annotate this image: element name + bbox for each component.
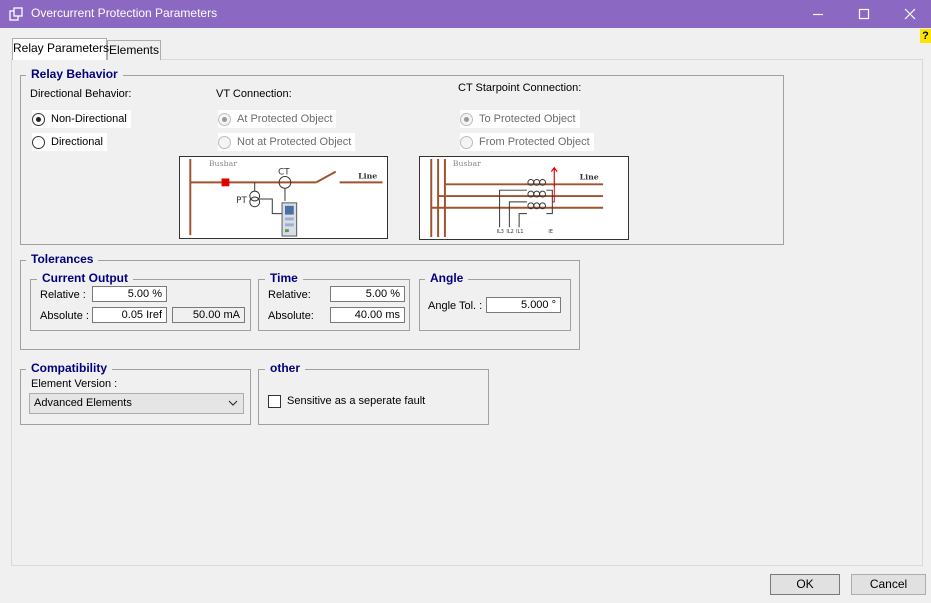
ok-button[interactable]: OK bbox=[770, 574, 840, 595]
terminal-il2-label: IL2 bbox=[506, 229, 513, 235]
tab-relay-parameters[interactable]: Relay Parameters bbox=[12, 38, 109, 60]
relay-behavior-legend: Relay Behavior bbox=[26, 67, 123, 81]
ct-starpoint-diagram: Busbar Line IL3 IL2 IL1 IE bbox=[419, 156, 629, 240]
sensitive-fault-checkbox[interactable] bbox=[268, 394, 281, 408]
ct-busbar-label: Busbar bbox=[453, 159, 481, 168]
help-icon[interactable]: ? bbox=[920, 29, 931, 43]
cancel-button[interactable]: Cancel bbox=[851, 574, 926, 595]
window-app-icon bbox=[9, 7, 23, 21]
title-bar: Overcurrent Protection Parameters bbox=[0, 0, 931, 28]
time-absolute-input[interactable]: 40.00 ms bbox=[330, 307, 405, 323]
time-absolute-label: Absolute: bbox=[268, 310, 314, 322]
current-relative-label: Relative : bbox=[40, 289, 86, 301]
vt-connection-diagram: Busbar Line CT PT bbox=[179, 156, 388, 239]
element-version-label: Element Version : bbox=[31, 378, 118, 390]
directional-behavior-label: Directional Behavior: bbox=[30, 88, 132, 100]
vt-at-protected-object-label: At Protected Object bbox=[237, 113, 333, 125]
terminal-il1-label: IL1 bbox=[516, 229, 523, 235]
relay-device-icon bbox=[281, 202, 298, 237]
time-relative-input[interactable]: 5.00 % bbox=[330, 286, 405, 302]
radio-checked-icon bbox=[218, 112, 231, 126]
relay-behavior-group bbox=[20, 75, 784, 245]
vt-not-at-protected-object-label: Not at Protected Object bbox=[237, 136, 352, 148]
tolerances-legend: Tolerances bbox=[26, 252, 99, 266]
directional-label: Directional bbox=[51, 136, 103, 148]
radio-unchecked-icon bbox=[32, 135, 45, 149]
minimize-button[interactable] bbox=[797, 0, 839, 28]
radio-unchecked-icon bbox=[460, 135, 473, 149]
close-icon bbox=[904, 8, 916, 20]
breaker-icon bbox=[221, 178, 230, 187]
vt-connection-label: VT Connection: bbox=[216, 88, 292, 100]
tab-elements[interactable]: Elements bbox=[107, 40, 161, 60]
ct-label: CT bbox=[278, 168, 290, 178]
angle-tol-input[interactable]: 5.000 ° bbox=[486, 297, 561, 313]
ct-from-protected-object-label: From Protected Object bbox=[479, 136, 590, 148]
vt-not-at-protected-object-radio[interactable]: Not at Protected Object bbox=[218, 133, 356, 151]
time-legend: Time bbox=[265, 271, 303, 285]
angle-tol-label: Angle Tol. : bbox=[428, 300, 483, 312]
non-directional-label: Non-Directional bbox=[51, 113, 127, 125]
ct-to-protected-object-radio[interactable]: To Protected Object bbox=[460, 110, 580, 128]
terminal-ie-label: IE bbox=[548, 229, 553, 235]
window-title: Overcurrent Protection Parameters bbox=[31, 6, 218, 20]
ct-starpoint-label: CT Starpoint Connection: bbox=[458, 82, 582, 94]
maximize-button[interactable] bbox=[843, 0, 885, 28]
angle-legend: Angle bbox=[425, 271, 469, 285]
sensitive-fault-label: Sensitive as a seperate fault bbox=[287, 395, 426, 407]
element-version-select[interactable]: Advanced Elements bbox=[29, 393, 244, 414]
radio-checked-icon bbox=[460, 112, 473, 126]
current-absolute-ma-field: 50.00 mA bbox=[172, 307, 245, 323]
sensitive-fault-checkbox-row[interactable]: Sensitive as a seperate fault bbox=[268, 394, 425, 408]
current-absolute-input[interactable]: 0.05 Iref bbox=[92, 307, 167, 323]
vt-busbar-label: Busbar bbox=[209, 159, 237, 168]
pt-label: PT bbox=[236, 196, 247, 206]
maximize-icon bbox=[858, 8, 870, 20]
close-button[interactable] bbox=[889, 0, 931, 28]
chevron-down-icon bbox=[228, 400, 238, 406]
ct-line-label: Line bbox=[580, 172, 599, 181]
other-legend: other bbox=[265, 361, 305, 375]
radio-checked-icon bbox=[32, 112, 45, 126]
directional-radio[interactable]: Directional bbox=[32, 133, 107, 151]
current-relative-input[interactable]: 5.00 % bbox=[92, 286, 167, 302]
current-output-legend: Current Output bbox=[37, 271, 133, 285]
element-version-value: Advanced Elements bbox=[34, 397, 132, 409]
current-absolute-label: Absolute : bbox=[40, 310, 89, 322]
ct-to-protected-object-label: To Protected Object bbox=[479, 113, 576, 125]
minimize-icon bbox=[813, 13, 823, 16]
compatibility-legend: Compatibility bbox=[26, 361, 113, 375]
non-directional-radio[interactable]: Non-Directional bbox=[32, 110, 131, 128]
radio-unchecked-icon bbox=[218, 135, 231, 149]
terminal-il3-label: IL3 bbox=[497, 229, 504, 235]
vt-at-protected-object-radio[interactable]: At Protected Object bbox=[218, 110, 337, 128]
vt-line-label: Line bbox=[358, 171, 377, 180]
time-relative-label: Relative: bbox=[268, 289, 311, 301]
ct-from-protected-object-radio[interactable]: From Protected Object bbox=[460, 133, 594, 151]
